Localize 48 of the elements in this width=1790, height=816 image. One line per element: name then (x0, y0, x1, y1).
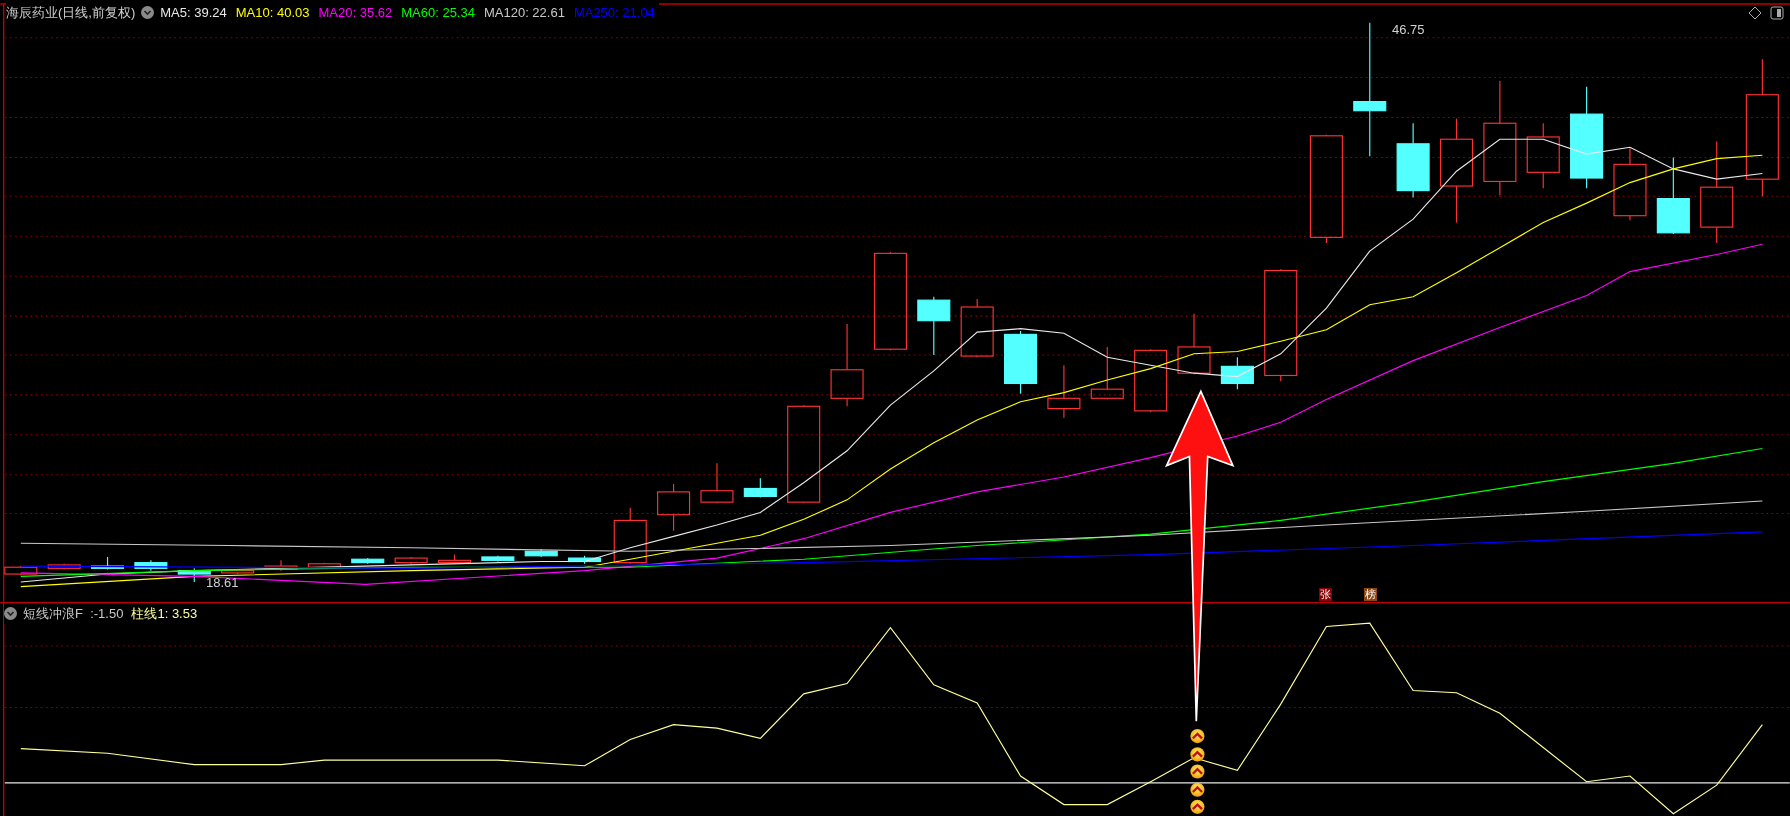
stock-title: 海辰药业(日线,前复权) (6, 4, 136, 22)
candlestick (960, 298, 994, 358)
candlestick (700, 462, 734, 504)
moving-average-value: MA120: 22.61 (483, 4, 565, 22)
moving-average-value: MA5: 39.24 (160, 4, 227, 22)
candlestick (613, 507, 647, 565)
candlestick (1220, 356, 1254, 390)
chevron-up-icon (1190, 799, 1205, 814)
candlestick (743, 477, 777, 499)
candlestick (91, 556, 125, 571)
signal-badge: 榜 (1364, 588, 1377, 601)
candlestick (1090, 346, 1124, 400)
candlestick (1134, 348, 1168, 413)
candlestick (47, 563, 81, 571)
candlestick (394, 556, 428, 566)
chevron-up-icon (1190, 764, 1205, 779)
candlestick (307, 562, 341, 569)
candlestick (481, 555, 515, 563)
candlestick (1047, 364, 1081, 419)
dropdown-icon[interactable] (141, 6, 155, 20)
candlestick (568, 555, 602, 565)
chevron-up-icon (1190, 729, 1205, 744)
indicator-value: 柱线1: 3.53 (131, 605, 198, 623)
candlestick (134, 559, 168, 572)
candlestick (524, 548, 558, 558)
panel-toggle-icon[interactable] (1770, 6, 1784, 20)
candlestick (221, 568, 255, 575)
candlestick (1526, 122, 1560, 189)
candlestick (4, 565, 38, 576)
candlestick (1177, 313, 1211, 375)
moving-average-value: MA60: 25.34 (401, 4, 475, 22)
moving-average-value: MA20: 35.62 (318, 4, 393, 22)
candlestick (657, 483, 691, 532)
chevron-up-icon (1190, 747, 1205, 762)
candlestick (1004, 330, 1038, 395)
moving-average-value: MA10: 40.03 (235, 4, 310, 22)
candlestick (264, 559, 298, 572)
signal-badge: 张 (1319, 588, 1332, 601)
indicator-value: 短线冲浪F :-1.50 (23, 605, 124, 623)
low-price-label: 18.61 (206, 574, 239, 592)
chevron-up-icon (1190, 782, 1205, 797)
candlestick (437, 554, 471, 565)
candlestick (351, 557, 385, 565)
candlestick (917, 296, 951, 356)
moving-average-value: MA250: 21.04 (573, 4, 655, 22)
dropdown-icon[interactable] (4, 607, 17, 621)
high-price-label: 46.75 (1392, 21, 1425, 39)
diamond-icon[interactable] (1748, 6, 1762, 20)
